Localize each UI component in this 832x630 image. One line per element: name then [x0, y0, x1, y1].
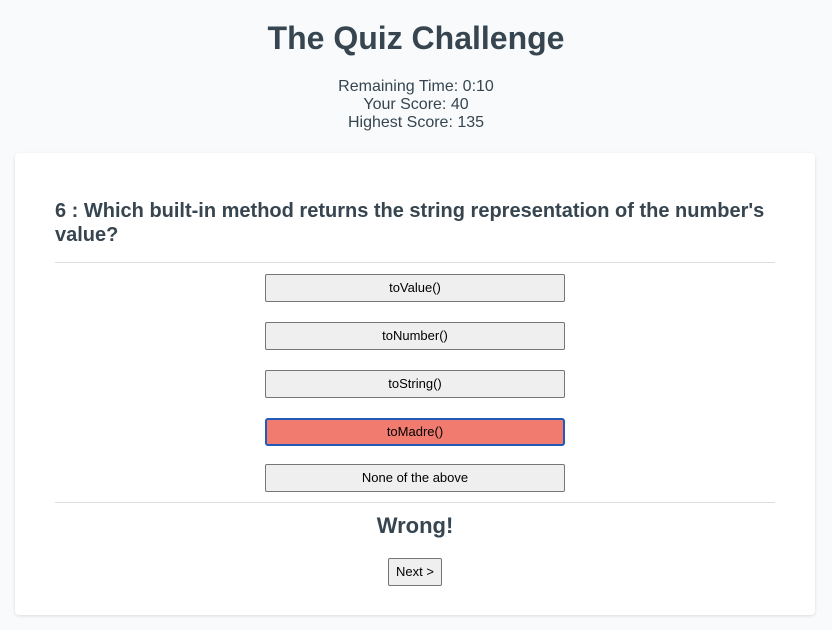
quiz-header: The Quiz Challenge Remaining Time: 0:10 … — [0, 0, 832, 152]
highest-score: Highest Score: 135 — [347, 114, 485, 131]
remaining-time: Remaining Time: 0:10 — [338, 78, 494, 95]
answer-button-1[interactable]: toValue() — [265, 274, 565, 302]
page-title: The Quiz Challenge — [267, 20, 565, 56]
result-message: Wrong! — [376, 513, 454, 538]
score-panel: Remaining Time: 0:10 Your Score: 40 High… — [0, 78, 832, 132]
quiz-card: 6 : Which built-in method returns the st… — [15, 153, 815, 615]
your-score: Your Score: 40 — [363, 96, 469, 113]
bottom-divider — [55, 502, 775, 503]
top-divider — [55, 262, 775, 263]
answer-button-4-selected-wrong[interactable]: toMadre() — [265, 418, 565, 446]
question-text: 6 : Which built-in method returns the st… — [55, 200, 765, 246]
answer-button-5[interactable]: None of the above — [265, 464, 565, 492]
next-button[interactable]: Next > — [388, 558, 442, 586]
answer-button-3[interactable]: toString() — [265, 370, 565, 398]
answer-button-2[interactable]: toNumber() — [265, 322, 565, 350]
